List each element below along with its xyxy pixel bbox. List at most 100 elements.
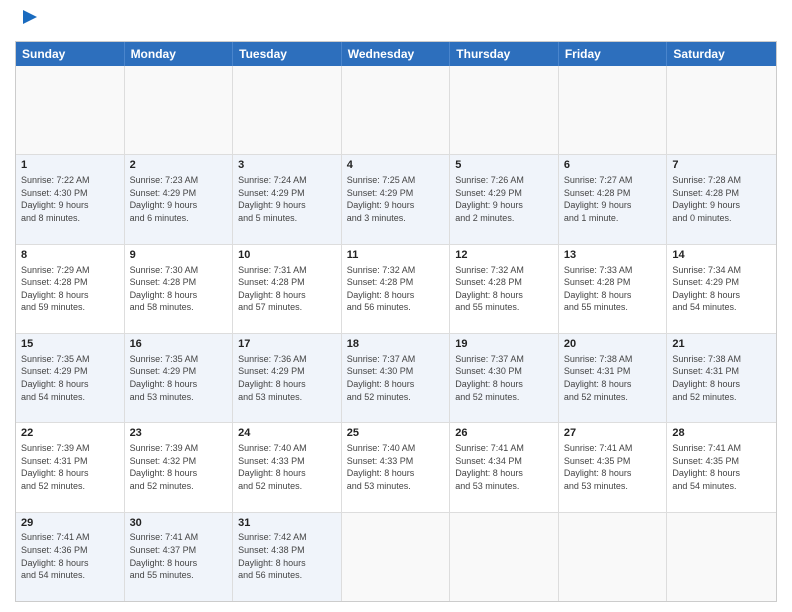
calendar-cell: 20Sunrise: 7:38 AMSunset: 4:31 PMDayligh… bbox=[559, 334, 668, 422]
cell-info: Sunrise: 7:38 AMSunset: 4:31 PMDaylight:… bbox=[564, 353, 662, 403]
calendar-cell: 31Sunrise: 7:42 AMSunset: 4:38 PMDayligh… bbox=[233, 513, 342, 601]
day-number: 18 bbox=[347, 337, 445, 352]
cell-info: Sunrise: 7:24 AMSunset: 4:29 PMDaylight:… bbox=[238, 174, 336, 224]
calendar-row bbox=[16, 66, 776, 155]
calendar-row: 29Sunrise: 7:41 AMSunset: 4:36 PMDayligh… bbox=[16, 513, 776, 601]
cell-info: Sunrise: 7:41 AMSunset: 4:34 PMDaylight:… bbox=[455, 442, 553, 492]
day-number: 28 bbox=[672, 426, 771, 441]
day-number: 29 bbox=[21, 516, 119, 531]
calendar-cell bbox=[342, 513, 451, 601]
day-number: 12 bbox=[455, 248, 553, 263]
cell-info: Sunrise: 7:32 AMSunset: 4:28 PMDaylight:… bbox=[455, 264, 553, 314]
calendar-cell: 8Sunrise: 7:29 AMSunset: 4:28 PMDaylight… bbox=[16, 245, 125, 333]
calendar-cell: 28Sunrise: 7:41 AMSunset: 4:35 PMDayligh… bbox=[667, 423, 776, 511]
cell-info: Sunrise: 7:29 AMSunset: 4:28 PMDaylight:… bbox=[21, 264, 119, 314]
day-number: 31 bbox=[238, 516, 336, 531]
calendar-cell: 6Sunrise: 7:27 AMSunset: 4:28 PMDaylight… bbox=[559, 155, 668, 243]
cell-info: Sunrise: 7:41 AMSunset: 4:36 PMDaylight:… bbox=[21, 531, 119, 581]
cell-info: Sunrise: 7:31 AMSunset: 4:28 PMDaylight:… bbox=[238, 264, 336, 314]
cell-info: Sunrise: 7:25 AMSunset: 4:29 PMDaylight:… bbox=[347, 174, 445, 224]
day-number: 10 bbox=[238, 248, 336, 263]
day-number: 15 bbox=[21, 337, 119, 352]
calendar-cell: 3Sunrise: 7:24 AMSunset: 4:29 PMDaylight… bbox=[233, 155, 342, 243]
cell-info: Sunrise: 7:39 AMSunset: 4:31 PMDaylight:… bbox=[21, 442, 119, 492]
calendar: Sunday Monday Tuesday Wednesday Thursday… bbox=[15, 41, 777, 602]
day-thursday: Thursday bbox=[450, 42, 559, 66]
calendar-cell: 16Sunrise: 7:35 AMSunset: 4:29 PMDayligh… bbox=[125, 334, 234, 422]
cell-info: Sunrise: 7:41 AMSunset: 4:35 PMDaylight:… bbox=[672, 442, 771, 492]
page: Sunday Monday Tuesday Wednesday Thursday… bbox=[0, 0, 792, 612]
calendar-row: 1Sunrise: 7:22 AMSunset: 4:30 PMDaylight… bbox=[16, 155, 776, 244]
logo bbox=[15, 10, 41, 33]
calendar-cell: 11Sunrise: 7:32 AMSunset: 4:28 PMDayligh… bbox=[342, 245, 451, 333]
day-monday: Monday bbox=[125, 42, 234, 66]
day-number: 16 bbox=[130, 337, 228, 352]
cell-info: Sunrise: 7:40 AMSunset: 4:33 PMDaylight:… bbox=[238, 442, 336, 492]
day-number: 26 bbox=[455, 426, 553, 441]
cell-info: Sunrise: 7:35 AMSunset: 4:29 PMDaylight:… bbox=[21, 353, 119, 403]
cell-info: Sunrise: 7:32 AMSunset: 4:28 PMDaylight:… bbox=[347, 264, 445, 314]
calendar-row: 22Sunrise: 7:39 AMSunset: 4:31 PMDayligh… bbox=[16, 423, 776, 512]
day-number: 1 bbox=[21, 158, 119, 173]
day-tuesday: Tuesday bbox=[233, 42, 342, 66]
logo-arrow-icon bbox=[19, 6, 41, 28]
calendar-cell: 27Sunrise: 7:41 AMSunset: 4:35 PMDayligh… bbox=[559, 423, 668, 511]
calendar-cell: 30Sunrise: 7:41 AMSunset: 4:37 PMDayligh… bbox=[125, 513, 234, 601]
calendar-header: Sunday Monday Tuesday Wednesday Thursday… bbox=[16, 42, 776, 66]
calendar-cell: 15Sunrise: 7:35 AMSunset: 4:29 PMDayligh… bbox=[16, 334, 125, 422]
day-number: 3 bbox=[238, 158, 336, 173]
cell-info: Sunrise: 7:36 AMSunset: 4:29 PMDaylight:… bbox=[238, 353, 336, 403]
calendar-cell: 17Sunrise: 7:36 AMSunset: 4:29 PMDayligh… bbox=[233, 334, 342, 422]
cell-info: Sunrise: 7:26 AMSunset: 4:29 PMDaylight:… bbox=[455, 174, 553, 224]
calendar-cell: 13Sunrise: 7:33 AMSunset: 4:28 PMDayligh… bbox=[559, 245, 668, 333]
day-number: 14 bbox=[672, 248, 771, 263]
calendar-cell: 4Sunrise: 7:25 AMSunset: 4:29 PMDaylight… bbox=[342, 155, 451, 243]
day-number: 5 bbox=[455, 158, 553, 173]
calendar-cell: 2Sunrise: 7:23 AMSunset: 4:29 PMDaylight… bbox=[125, 155, 234, 243]
calendar-row: 8Sunrise: 7:29 AMSunset: 4:28 PMDaylight… bbox=[16, 245, 776, 334]
calendar-cell: 10Sunrise: 7:31 AMSunset: 4:28 PMDayligh… bbox=[233, 245, 342, 333]
calendar-cell: 29Sunrise: 7:41 AMSunset: 4:36 PMDayligh… bbox=[16, 513, 125, 601]
day-number: 30 bbox=[130, 516, 228, 531]
day-number: 4 bbox=[347, 158, 445, 173]
day-number: 23 bbox=[130, 426, 228, 441]
day-number: 2 bbox=[130, 158, 228, 173]
calendar-cell bbox=[342, 66, 451, 154]
day-number: 20 bbox=[564, 337, 662, 352]
calendar-cell: 26Sunrise: 7:41 AMSunset: 4:34 PMDayligh… bbox=[450, 423, 559, 511]
day-saturday: Saturday bbox=[667, 42, 776, 66]
calendar-cell: 23Sunrise: 7:39 AMSunset: 4:32 PMDayligh… bbox=[125, 423, 234, 511]
calendar-cell bbox=[233, 66, 342, 154]
calendar-cell: 25Sunrise: 7:40 AMSunset: 4:33 PMDayligh… bbox=[342, 423, 451, 511]
calendar-cell: 22Sunrise: 7:39 AMSunset: 4:31 PMDayligh… bbox=[16, 423, 125, 511]
calendar-cell: 21Sunrise: 7:38 AMSunset: 4:31 PMDayligh… bbox=[667, 334, 776, 422]
calendar-cell bbox=[667, 513, 776, 601]
calendar-cell: 1Sunrise: 7:22 AMSunset: 4:30 PMDaylight… bbox=[16, 155, 125, 243]
day-number: 6 bbox=[564, 158, 662, 173]
calendar-cell: 24Sunrise: 7:40 AMSunset: 4:33 PMDayligh… bbox=[233, 423, 342, 511]
calendar-cell: 18Sunrise: 7:37 AMSunset: 4:30 PMDayligh… bbox=[342, 334, 451, 422]
day-number: 17 bbox=[238, 337, 336, 352]
calendar-cell bbox=[125, 66, 234, 154]
calendar-cell bbox=[559, 66, 668, 154]
day-number: 7 bbox=[672, 158, 771, 173]
cell-info: Sunrise: 7:28 AMSunset: 4:28 PMDaylight:… bbox=[672, 174, 771, 224]
calendar-row: 15Sunrise: 7:35 AMSunset: 4:29 PMDayligh… bbox=[16, 334, 776, 423]
header bbox=[15, 10, 777, 33]
cell-info: Sunrise: 7:22 AMSunset: 4:30 PMDaylight:… bbox=[21, 174, 119, 224]
day-number: 11 bbox=[347, 248, 445, 263]
day-number: 22 bbox=[21, 426, 119, 441]
cell-info: Sunrise: 7:41 AMSunset: 4:35 PMDaylight:… bbox=[564, 442, 662, 492]
cell-info: Sunrise: 7:41 AMSunset: 4:37 PMDaylight:… bbox=[130, 531, 228, 581]
calendar-cell bbox=[16, 66, 125, 154]
calendar-cell bbox=[559, 513, 668, 601]
day-number: 25 bbox=[347, 426, 445, 441]
cell-info: Sunrise: 7:38 AMSunset: 4:31 PMDaylight:… bbox=[672, 353, 771, 403]
day-number: 19 bbox=[455, 337, 553, 352]
cell-info: Sunrise: 7:37 AMSunset: 4:30 PMDaylight:… bbox=[347, 353, 445, 403]
cell-info: Sunrise: 7:39 AMSunset: 4:32 PMDaylight:… bbox=[130, 442, 228, 492]
cell-info: Sunrise: 7:27 AMSunset: 4:28 PMDaylight:… bbox=[564, 174, 662, 224]
calendar-cell: 19Sunrise: 7:37 AMSunset: 4:30 PMDayligh… bbox=[450, 334, 559, 422]
cell-info: Sunrise: 7:40 AMSunset: 4:33 PMDaylight:… bbox=[347, 442, 445, 492]
calendar-cell: 7Sunrise: 7:28 AMSunset: 4:28 PMDaylight… bbox=[667, 155, 776, 243]
